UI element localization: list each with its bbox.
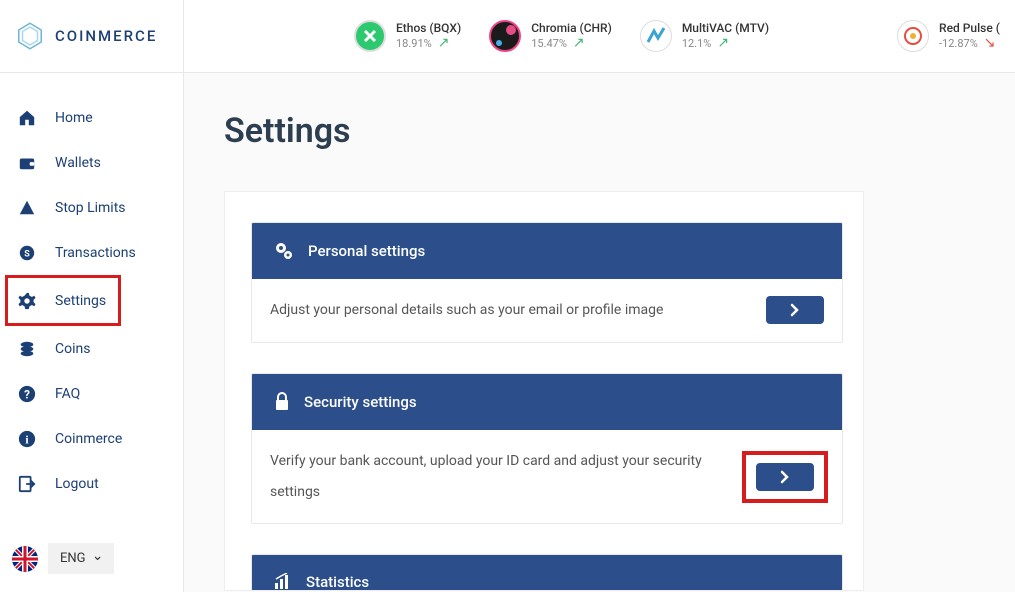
language-dropdown[interactable]: ENG	[48, 543, 114, 574]
card-personal-settings: Personal settings Adjust your personal d…	[251, 222, 843, 343]
ticker-bar: Ethos (BQX) 18.91%↗ Chromia (CHR) 15.47%…	[184, 20, 1015, 52]
sidebar-item-label: Home	[55, 110, 93, 126]
main-content: Settings Personal settings Adjust your p…	[184, 73, 1015, 592]
sidebar-item-home[interactable]: Home	[0, 95, 183, 140]
coins-icon	[18, 340, 36, 358]
sidebar-item-label: Wallets	[55, 155, 101, 171]
lock-icon	[274, 392, 290, 412]
ticker-item[interactable]: Red Pulse ( -12.87%↘	[897, 20, 1000, 52]
ticker-icon	[897, 20, 929, 52]
sidebar-item-label: Coinmerce	[55, 431, 122, 447]
logout-icon	[18, 475, 36, 493]
ticker-item[interactable]: Ethos (BQX) 18.91%↗	[354, 20, 461, 52]
card-security-settings: Security settings Verify your bank accou…	[251, 373, 843, 525]
sidebar-item-label: Transactions	[55, 245, 136, 261]
gears-icon	[274, 241, 294, 261]
ticker-name: Chromia (CHR)	[531, 21, 612, 35]
transactions-icon: S	[18, 244, 36, 262]
sidebar-item-label: Settings	[55, 293, 106, 309]
arrow-up-icon: ↗	[438, 35, 450, 51]
open-security-settings-button[interactable]	[756, 463, 814, 491]
ticker-name: Red Pulse (	[939, 21, 1000, 35]
ticker-icon	[354, 20, 386, 52]
card-title: Personal settings	[308, 242, 425, 260]
chevron-right-icon	[780, 470, 790, 484]
svg-text:?: ?	[24, 387, 30, 401]
ticker-change: 15.47%↗	[531, 35, 612, 51]
sidebar-item-label: Stop Limits	[55, 200, 126, 216]
ticker-item[interactable]: Chromia (CHR) 15.47%↗	[489, 20, 612, 52]
sidebar-item-wallets[interactable]: Wallets	[0, 140, 183, 185]
ticker-change: 18.91%↗	[396, 35, 461, 51]
logo-icon	[15, 21, 45, 51]
card-header: Security settings	[252, 374, 842, 430]
sidebar-item-coinmerce[interactable]: i Coinmerce	[0, 416, 183, 461]
open-personal-settings-button[interactable]	[766, 296, 824, 324]
language-selector[interactable]: ENG	[12, 543, 114, 574]
card-header: Personal settings	[252, 223, 842, 279]
arrow-down-icon: ↘	[984, 35, 996, 51]
card-title: Statistics	[306, 573, 369, 591]
chevron-right-icon	[790, 303, 800, 317]
home-icon	[18, 109, 36, 127]
ticker-name: MultiVAC (MTV)	[682, 21, 769, 35]
card-title: Security settings	[304, 393, 417, 411]
brand-name: COINMERCE	[55, 27, 157, 45]
gear-icon	[18, 292, 36, 310]
flag-icon	[12, 546, 38, 572]
question-icon: ?	[18, 385, 36, 403]
wallet-icon	[18, 154, 36, 172]
sidebar-item-settings[interactable]: Settings	[8, 278, 118, 323]
arrow-up-icon: ↗	[717, 35, 729, 51]
card-statistics: Statistics	[251, 554, 843, 591]
ticker-name: Ethos (BQX)	[396, 21, 461, 35]
chart-icon	[274, 573, 292, 591]
page-title: Settings	[224, 111, 1015, 151]
sidebar-item-stop-limits[interactable]: Stop Limits	[0, 185, 183, 230]
sidebar-item-logout[interactable]: Logout	[0, 461, 183, 506]
sidebar: Home Wallets Stop Limits S Transactions …	[0, 73, 184, 592]
card-description: Adjust your personal details such as you…	[270, 295, 752, 326]
sidebar-item-label: FAQ	[55, 386, 80, 402]
sidebar-item-label: Coins	[55, 341, 90, 357]
sidebar-item-transactions[interactable]: S Transactions	[0, 230, 183, 275]
card-description: Verify your bank account, upload your ID…	[270, 446, 732, 508]
settings-panel: Personal settings Adjust your personal d…	[224, 191, 864, 591]
ticker-icon	[489, 20, 521, 52]
info-icon: i	[18, 430, 36, 448]
svg-text:S: S	[24, 249, 30, 259]
sidebar-item-coins[interactable]: Coins	[0, 326, 183, 371]
logo[interactable]: COINMERCE	[0, 0, 184, 73]
ticker-change: -12.87%↘	[939, 35, 1000, 51]
warning-icon	[18, 199, 36, 217]
ticker-change: 12.1%↗	[682, 35, 769, 51]
sidebar-item-label: Logout	[55, 476, 99, 492]
sidebar-item-faq[interactable]: ? FAQ	[0, 371, 183, 416]
arrow-up-icon: ↗	[573, 35, 585, 51]
ticker-item[interactable]: MultiVAC (MTV) 12.1%↗	[640, 20, 769, 52]
ticker-icon	[640, 20, 672, 52]
card-header: Statistics	[252, 555, 842, 591]
